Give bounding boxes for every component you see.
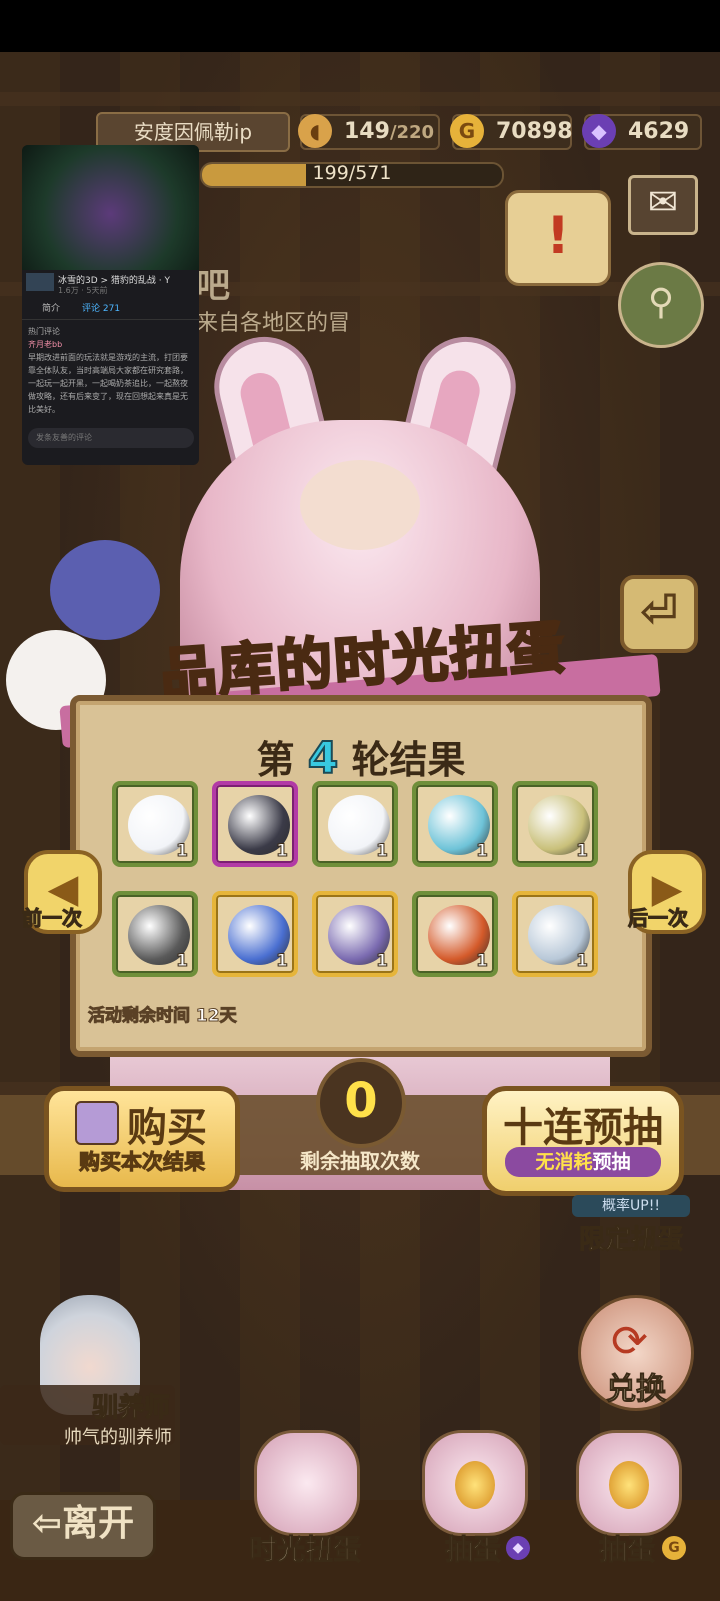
gold-counter[interactable]: G 70898	[450, 114, 573, 150]
item-count: 1	[176, 841, 189, 862]
gem-icon: ◆	[582, 114, 616, 148]
xp-bar: 199/571	[200, 162, 504, 188]
item-count: 1	[476, 841, 489, 862]
result-slot-stone-hat[interactable]: 1	[112, 891, 198, 977]
results-panel: 第 4 轮结果 1 1 1 1 1 1 1 1 1 1 活动剩余时间 12天	[70, 695, 652, 1057]
ten-pull-preview-button[interactable]: 十连预抽 无消耗预抽	[482, 1086, 684, 1196]
next-label: 后一次	[628, 906, 689, 931]
item-count: 1	[476, 951, 489, 972]
result-slot-flame-egg[interactable]: 1	[412, 891, 498, 977]
result-slot-moon-leaf[interactable]: 1	[312, 891, 398, 977]
comment-header: 热门评论	[28, 327, 60, 336]
stamina-value: 149	[344, 119, 390, 144]
rate-up-label: 概率UP!!	[572, 1195, 690, 1217]
buy-button[interactable]: 购买 购买本次结果	[44, 1086, 240, 1192]
arrow-left-icon: ⇦	[31, 1503, 63, 1544]
menu-draw-egg-gold[interactable]: 抽蛋 G	[562, 1420, 692, 1570]
comment-text: 早期改进前面的玩法就是游戏的主流，打团要靠全体队友，当时高端局大家都在研究套路，…	[28, 353, 188, 414]
menu-time-gacha[interactable]: 时光扭蛋	[240, 1420, 370, 1570]
remaining-draws-counter: 0	[316, 1058, 406, 1148]
leave-button[interactable]: ⇦离开	[10, 1492, 156, 1560]
tab-comments[interactable]: 评论 271	[82, 301, 120, 314]
comment-input[interactable]: 发条友善的评论	[28, 428, 194, 448]
round-number: 4	[307, 732, 340, 785]
xp-text: 199/571	[312, 162, 392, 184]
round-title: 第 4 轮结果	[256, 732, 466, 785]
stamina-max: /220	[389, 122, 435, 143]
egg-capsule-icon	[422, 1430, 528, 1536]
ten-pull-title: 十连预抽	[503, 1105, 663, 1151]
event-timer: 活动剩余时间 12天	[88, 1006, 238, 1027]
top-bar: 安度因佩勒ip ◖ 149/220 G 70898 ◆ 4629	[0, 106, 720, 152]
item-count: 1	[576, 841, 589, 862]
item-count: 1	[576, 951, 589, 972]
stamina-counter[interactable]: ◖ 149/220	[298, 114, 440, 150]
backpack-button[interactable]: ⚲	[618, 262, 704, 348]
remaining-draws-label: 剩余抽取次数	[300, 1149, 420, 1173]
tab-intro[interactable]: 简介	[42, 301, 60, 314]
item-count: 1	[176, 951, 189, 972]
previous-label: 前一次	[22, 906, 83, 931]
result-slot-cloud-planet[interactable]: 1	[312, 781, 398, 867]
result-slot-cloud-planet[interactable]: 1	[112, 781, 198, 867]
gem-value: 4629	[628, 119, 690, 144]
limited-gacha-button[interactable]: 概率UP!! 限定扭蛋	[566, 1195, 696, 1256]
comment-user: 齐月老bb	[28, 340, 63, 349]
menu-draw-egg-gem[interactable]: 抽蛋 ◆	[408, 1420, 538, 1570]
mail-button[interactable]: ✉	[628, 175, 698, 235]
trainer-title: 驯养师	[91, 1393, 171, 1424]
buy-title: 购买	[127, 1105, 207, 1151]
floating-video-window[interactable]: 冰雪的3D > 猎豹的乱战 · Y 1.6万 · 5天前 简介 评论 271 热…	[22, 145, 199, 465]
limited-gacha-label: 限定扭蛋	[578, 1225, 683, 1256]
exchange-label: 兑换	[606, 1372, 667, 1408]
item-count: 1	[276, 841, 289, 862]
gold-coin-icon: G	[662, 1536, 686, 1560]
exclamation-icon: !	[546, 206, 570, 266]
background-sign-text: 来自各地区的冒	[196, 311, 351, 336]
trainer-profile[interactable]: 驯养师 帅气的驯养师	[0, 1295, 180, 1465]
item-count: 1	[376, 841, 389, 862]
result-slot-leaf-egg[interactable]: 1	[512, 781, 598, 867]
item-count: 1	[376, 951, 389, 972]
mascot-face	[300, 460, 420, 550]
result-slot-spiked-helmet[interactable]: 1	[212, 781, 298, 867]
status-bar	[0, 0, 720, 52]
gacha-item-icon	[75, 1101, 119, 1145]
video-tabs: 简介 评论 271	[22, 297, 199, 320]
video-meta: 1.6万 · 5天前	[58, 286, 108, 295]
gem-icon: ◆	[506, 1536, 530, 1560]
backpack-icon: ⚲	[647, 282, 675, 323]
video-player[interactable]	[22, 145, 199, 270]
ten-pull-subtitle: 无消耗预抽	[505, 1147, 661, 1177]
gold-coin-icon: G	[450, 114, 484, 148]
comment-block: 热门评论 齐月老bb 早期改进前面的玩法就是游戏的主流，打团要靠全体队友，当时高…	[28, 325, 193, 416]
bread-icon: ◖	[298, 114, 332, 148]
gold-value: 70898	[496, 119, 573, 144]
exchange-button[interactable]: ⟳ 兑换	[578, 1295, 694, 1411]
background-sign-title: 吧	[196, 266, 230, 306]
result-slot-blue-claw-helm[interactable]: 1	[212, 891, 298, 977]
refresh-arrows-icon: ⟳	[611, 1316, 648, 1367]
trainer-subtitle: 帅气的驯养师	[64, 1427, 172, 1448]
buy-subtitle: 购买本次结果	[79, 1150, 206, 1175]
gem-counter[interactable]: ◆ 4629	[582, 114, 702, 150]
menu-time-gacha-label: 时光扭蛋	[248, 1533, 361, 1567]
video-thumbnail	[26, 273, 54, 291]
envelope-icon: ✉	[647, 182, 679, 223]
egg-capsule-icon	[576, 1430, 682, 1536]
result-slot-pocket-watch[interactable]: 1	[512, 891, 598, 977]
time-gacha-icon	[254, 1430, 360, 1536]
quest-scroll-button[interactable]: !	[505, 190, 611, 286]
result-slot-spiral-shell[interactable]: 1	[412, 781, 498, 867]
item-count: 1	[276, 951, 289, 972]
